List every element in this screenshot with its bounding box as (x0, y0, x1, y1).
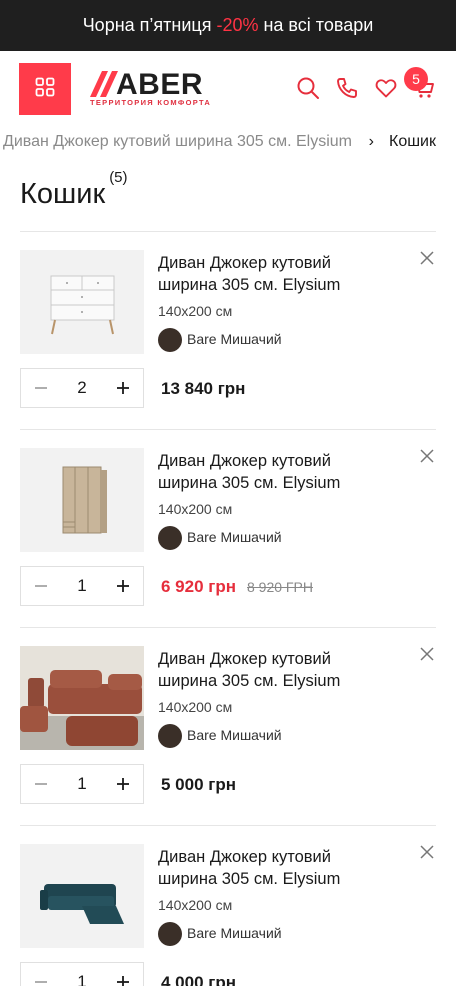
quantity-stepper: 2 (20, 368, 144, 408)
quantity-value[interactable]: 1 (77, 972, 86, 986)
product-color: Bare Мишачий (187, 529, 282, 545)
promo-bar: Чорна п’ятниця -20% на всі товари (0, 0, 456, 51)
cart-item: Диван Джокер кутовий ширина 305 см. Elys… (20, 826, 436, 986)
promo-text: Чорна п’ятниця (82, 15, 212, 35)
product-image-white-dresser[interactable] (20, 250, 144, 354)
search-icon (296, 76, 320, 105)
phone-icon (335, 76, 359, 105)
close-icon (418, 647, 436, 667)
product-name[interactable]: Диван Джокер кутовий ширина 305 см. Elys… (158, 252, 378, 296)
minus-icon[interactable] (33, 974, 49, 986)
breadcrumb-separator: › (368, 133, 374, 150)
remove-item-button[interactable] (418, 645, 436, 663)
cart-count-badge: 5 (404, 67, 428, 91)
product-color: Bare Мишачий (187, 925, 282, 941)
product-color: Bare Мишачий (187, 331, 282, 347)
remove-item-button[interactable] (418, 843, 436, 861)
logo[interactable]: ABER ТЕРРИТОРИЯ КОМФОРТА (88, 68, 218, 110)
product-size: 140x200 см (158, 501, 233, 517)
logo-tagline: ТЕРРИТОРИЯ КОМФОРТА (90, 98, 212, 107)
menu-button[interactable] (19, 63, 71, 115)
quantity-value[interactable]: 1 (77, 576, 86, 596)
product-sale-price: 6 920 грн (161, 577, 236, 596)
logo-word: ABER (116, 68, 204, 101)
product-size: 140x200 см (158, 303, 233, 319)
page-title: Кошик(5) (20, 169, 128, 211)
minus-icon[interactable] (33, 380, 49, 396)
product-color: Bare Мишачий (187, 727, 282, 743)
color-swatch (158, 328, 182, 352)
product-image-wood-wardrobe[interactable] (20, 448, 144, 552)
breadcrumb-link[interactable]: Диван Джокер кутовий ширина 305 см. Elys… (3, 133, 352, 151)
plus-icon[interactable] (115, 776, 131, 792)
header: ABER ТЕРРИТОРИЯ КОМФОРТА 5 (0, 51, 456, 127)
product-price: 5 000 грн (161, 775, 236, 794)
cart-item: Диван Джокер кутовий ширина 305 см. Elys… (20, 430, 436, 610)
product-name[interactable]: Диван Джокер кутовий ширина 305 см. Elys… (158, 846, 378, 890)
color-swatch (158, 526, 182, 550)
quantity-stepper: 1 (20, 566, 144, 606)
plus-icon[interactable] (115, 380, 131, 396)
breadcrumb: Диван Джокер кутовий ширина 305 см. Elys… (0, 133, 456, 155)
quantity-value[interactable]: 2 (77, 378, 86, 398)
minus-icon[interactable] (33, 776, 49, 792)
favorites-button[interactable] (373, 77, 399, 103)
product-name[interactable]: Диван Джокер кутовий ширина 305 см. Elys… (158, 648, 378, 692)
page-title-text: Кошик (20, 178, 106, 210)
product-size: 140x200 см (158, 897, 233, 913)
breadcrumb-current: Кошик (389, 133, 436, 150)
promo-discount: -20% (216, 15, 259, 35)
product-name[interactable]: Диван Джокер кутовий ширина 305 см. Elys… (158, 450, 378, 494)
product-size: 140x200 см (158, 699, 233, 715)
plus-icon[interactable] (115, 578, 131, 594)
phone-button[interactable] (334, 77, 360, 103)
cart-item-count: (5) (109, 169, 128, 187)
quantity-stepper: 1 (20, 764, 144, 804)
remove-item-button[interactable] (418, 249, 436, 267)
quantity-stepper: 1 (20, 962, 144, 986)
close-icon (418, 845, 436, 865)
plus-icon[interactable] (115, 974, 131, 986)
product-image-teal-corner-sofa[interactable] (20, 844, 144, 948)
menu-grid-icon (35, 77, 55, 102)
product-old-price: 8 920 ГРН (247, 579, 313, 595)
close-icon (418, 449, 436, 469)
quantity-value[interactable]: 1 (77, 774, 86, 794)
product-price: 4 000 грн (161, 973, 236, 986)
product-price: 13 840 грн (161, 379, 246, 398)
cart-item: Диван Джокер кутовий ширина 305 см. Elys… (20, 232, 436, 412)
search-button[interactable] (295, 77, 321, 103)
promo-text-end: на всі товари (263, 15, 374, 35)
heart-icon (374, 76, 398, 105)
cart-item: Диван Джокер кутовий ширина 305 см. Elys… (20, 628, 436, 808)
minus-icon[interactable] (33, 578, 49, 594)
product-image-brown-modular-sofa[interactable] (20, 646, 144, 750)
remove-item-button[interactable] (418, 447, 436, 465)
close-icon (418, 251, 436, 271)
color-swatch (158, 922, 182, 946)
color-swatch (158, 724, 182, 748)
